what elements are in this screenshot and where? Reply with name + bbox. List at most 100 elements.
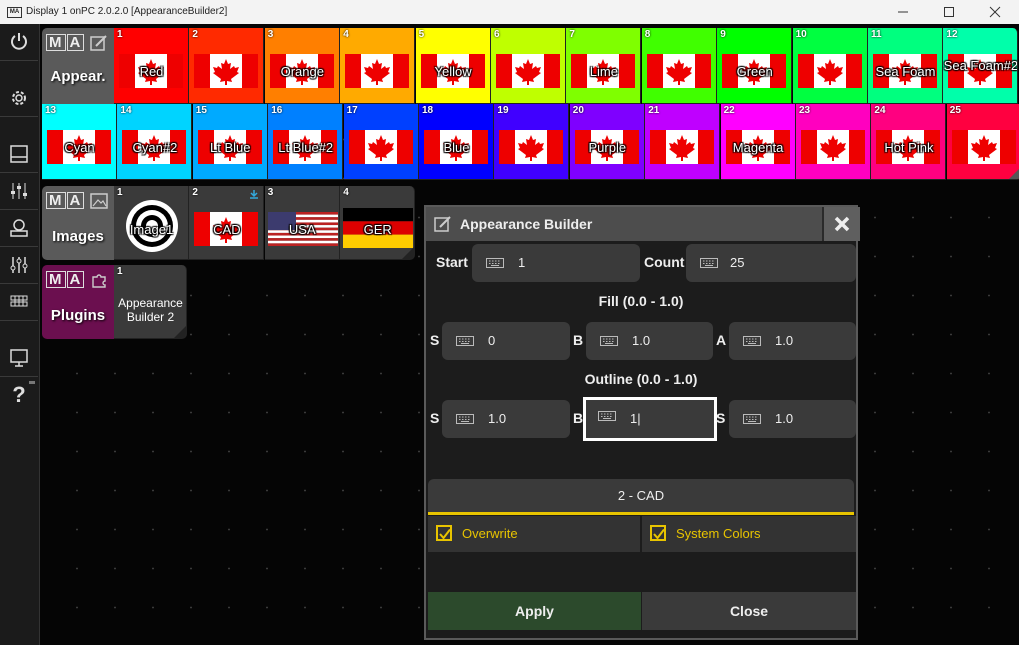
keyboard-icon [743,414,761,424]
close-icon [989,6,1001,18]
image-tile[interactable]: 4 GER [340,186,416,260]
appearance-tile[interactable]: 8 [641,28,717,104]
canada-flag-icon [499,130,564,164]
tile-number: 18 [422,105,434,116]
sidebar-help-button[interactable]: ? [0,377,38,413]
start-input[interactable]: 1 [472,244,640,282]
sidebar-view-button[interactable] [0,136,38,173]
tile-number: 3 [267,29,274,40]
close-window-button[interactable] [972,0,1018,24]
checkbox-box [650,525,666,541]
sidebar-monitor-button[interactable] [0,340,38,377]
ma-logo: MA [46,192,85,209]
image-tile[interactable]: 1 Image1 [114,186,189,260]
outline-alpha-value: 1.0 [775,411,794,426]
count-value: 25 [730,255,745,270]
outline-alpha-input[interactable]: 1.0 [729,400,856,438]
tile-number: 16 [271,105,283,116]
monitor-icon [10,349,28,367]
canada-flag-icon [801,130,865,164]
sidebar-settings-button[interactable] [0,80,38,117]
sidebar-user-button[interactable] [0,210,38,247]
appearance-tile[interactable]: 22 Magenta [720,104,796,180]
appearance-tile[interactable]: 3 Orange [264,28,340,104]
fill-brightness-value: 1.0 [632,333,651,348]
appearance-tile[interactable]: 19 [494,104,570,180]
dialog-close-button[interactable] [822,207,860,241]
tile-label: Green [736,64,773,79]
plugin-tile[interactable]: 1 Appearance Builder 2 [114,265,187,339]
maximize-icon [944,7,954,17]
image-tile[interactable]: 2 CAD [189,186,265,260]
outline-s-label: S [430,410,440,426]
fill-alpha-input[interactable]: 1.0 [729,322,856,360]
appearance-tile[interactable]: 11 Sea Foam [868,28,943,104]
appearance-tile[interactable]: 20 Purple [569,104,645,180]
appearance-tile[interactable]: 7 Lime [566,28,642,104]
image-tile[interactable]: 3 USA [264,186,340,260]
tile-number: 8 [644,29,651,40]
outline-saturation-input[interactable]: 1.0 [442,400,570,438]
keyboard-icon [743,336,761,346]
appearance-tile[interactable]: 25 [946,104,1019,180]
appearance-tile[interactable]: 6 [491,28,566,104]
tile-label: Red [139,64,164,79]
plugins-pool-header[interactable]: MA Plugins [42,265,114,339]
tile-number: 19 [497,105,509,116]
appearance-tile[interactable]: 12 Sea Foam#2 [943,28,1019,104]
appearance-tile[interactable]: 10 [792,28,868,104]
appearance-tile[interactable]: 13 Cyan [42,104,117,180]
appearance-tile[interactable]: 14 Cyan#2 [117,104,193,180]
canada-flag-icon [194,54,259,88]
tile-label: Hot Pink [884,140,934,155]
appearance-tile[interactable]: 1 Red [114,28,189,104]
sidebar-faders-button[interactable] [0,173,38,210]
resize-handle[interactable] [174,326,186,338]
appearance-tile[interactable]: 24 Hot Pink [871,104,947,180]
resize-handle[interactable] [1008,167,1019,179]
minimize-button[interactable] [880,0,926,24]
appearance-tile[interactable]: 2 [189,28,265,104]
tile-label: Sea Foam [875,64,936,79]
overwrite-label: Overwrite [462,526,518,541]
sidebar-power-button[interactable] [0,24,38,61]
maximize-button[interactable] [926,0,972,24]
tile-number: 2 [192,29,198,40]
count-input[interactable]: 25 [686,244,856,282]
images-pool-header[interactable]: MA Images [42,186,114,260]
keyboard-icon [700,258,718,268]
apply-button[interactable]: Apply [428,592,641,630]
outline-brightness-input[interactable]: 1| [583,397,717,441]
tile-label: Orange [280,64,324,79]
pool-title: Plugins [50,307,106,324]
system-colors-checkbox[interactable]: System Colors [642,516,856,552]
close-button[interactable]: Close [642,592,856,630]
power-icon [11,33,27,50]
canada-flag-icon [797,54,862,88]
tile-number: 4 [343,29,349,40]
overwrite-checkbox[interactable]: Overwrite [428,516,640,552]
left-sidebar: ? [0,24,40,645]
tile-number: 17 [346,105,358,116]
appearance-tile[interactable]: 15 Lt Blue [192,104,268,180]
fill-saturation-input[interactable]: 0 [442,322,570,360]
appearance-tile[interactable]: 21 [645,104,721,180]
sidebar-grid-button[interactable] [0,284,38,321]
tile-number: 1 [117,29,123,40]
fill-brightness-input[interactable]: 1.0 [586,322,713,360]
ma-logo: MA [46,34,85,51]
image-select-button[interactable]: 2 - CAD [428,479,854,515]
start-label: Start [436,254,468,270]
fill-a-label: A [716,332,727,348]
appearance-tile[interactable]: 18 Blue [419,104,494,180]
appearance-tile[interactable]: 17 [343,104,419,180]
appearance-tile[interactable]: 23 [796,104,871,180]
appearance-tile[interactable]: 16 Lt Blue#2 [268,104,344,180]
appearance-tile[interactable]: 4 [340,28,416,104]
checkbox-box [436,525,452,541]
resize-handle[interactable] [402,247,415,259]
canada-flag-icon [496,54,560,88]
appearance-tile[interactable]: 9 Green [717,28,793,104]
sidebar-sliders-button[interactable] [0,247,38,284]
appearance-tile[interactable]: 5 Yellow [415,28,491,104]
